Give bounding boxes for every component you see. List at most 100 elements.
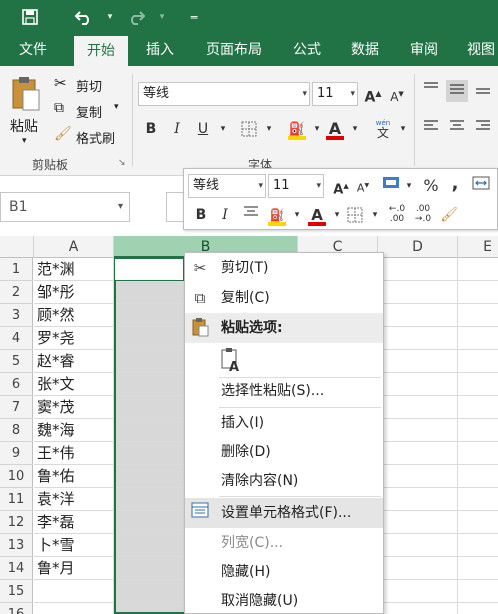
mini-number-format-dropdown-icon[interactable]: ▾ xyxy=(398,175,420,197)
column-header-d[interactable]: D xyxy=(378,236,458,258)
tab-data[interactable]: 数据 xyxy=(338,34,392,66)
font-color-dropdown-icon[interactable]: ▾ xyxy=(344,118,366,140)
tab-view[interactable]: 视图 xyxy=(456,34,498,66)
align-center-button[interactable] xyxy=(446,118,468,140)
row-header[interactable]: 14 xyxy=(0,557,33,580)
mini-borders-dropdown-icon[interactable]: ▾ xyxy=(364,204,386,226)
mini-comma-button[interactable]: , xyxy=(444,173,466,195)
cell-a[interactable]: 魏*海 xyxy=(34,419,114,442)
cell[interactable] xyxy=(378,442,458,465)
italic-button[interactable]: I xyxy=(166,118,188,140)
active-cell-b1[interactable] xyxy=(114,258,184,281)
cut-button[interactable]: ✂ 剪切 xyxy=(52,74,134,96)
cell-a[interactable]: 张*文 xyxy=(34,373,114,396)
row-header[interactable]: 9 xyxy=(0,442,33,465)
cell[interactable] xyxy=(378,281,458,304)
copy-button[interactable]: ⧉ 复制 ▾ xyxy=(52,100,134,122)
undo-icon[interactable] xyxy=(70,3,98,31)
cell-a[interactable] xyxy=(34,580,114,603)
mini-decrease-decimal-button[interactable]: .00 →.0 xyxy=(412,204,434,226)
cell-a[interactable]: 鲁*佑 xyxy=(34,465,114,488)
cell[interactable] xyxy=(458,373,498,396)
mini-font-color-button[interactable]: A xyxy=(306,204,328,226)
cell[interactable] xyxy=(458,465,498,488)
row-header[interactable]: 15 xyxy=(0,580,33,603)
mini-align-center-button[interactable] xyxy=(240,204,262,226)
mini-fill-color-button[interactable]: ⛽ xyxy=(266,204,288,226)
align-bottom-button[interactable] xyxy=(472,80,494,102)
row-header[interactable]: 10 xyxy=(0,465,33,488)
bold-button[interactable]: B xyxy=(140,118,162,140)
cell-a[interactable] xyxy=(34,603,114,614)
mini-percent-button[interactable]: % xyxy=(420,175,442,197)
cell[interactable] xyxy=(378,603,458,614)
row-header[interactable]: 4 xyxy=(0,327,33,350)
align-right-button[interactable] xyxy=(472,118,494,140)
tab-home[interactable]: 开始 xyxy=(74,36,128,66)
row-header[interactable]: 7 xyxy=(0,396,33,419)
align-top-button[interactable] xyxy=(420,80,442,102)
undo-dropdown-icon[interactable]: ▾ xyxy=(96,3,124,31)
cell[interactable] xyxy=(378,580,458,603)
mini-fill-color-dropdown-icon[interactable]: ▾ xyxy=(286,204,308,226)
cell-a[interactable]: 卜*雪 xyxy=(34,534,114,557)
tab-review[interactable]: 审阅 xyxy=(398,34,450,66)
cell[interactable] xyxy=(458,488,498,511)
format-painter-button[interactable]: 🖌 格式刷 xyxy=(52,126,134,148)
underline-button[interactable]: U xyxy=(192,118,214,140)
borders-dropdown-icon[interactable]: ▾ xyxy=(258,118,280,140)
cell[interactable] xyxy=(378,396,458,419)
menu-item-copy[interactable]: ⧉ 复制(C) xyxy=(185,283,383,313)
cell[interactable] xyxy=(458,350,498,373)
redo-dropdown-icon[interactable]: ▾ xyxy=(148,3,176,31)
cell[interactable] xyxy=(458,396,498,419)
mini-shrink-font-button[interactable]: A▼ xyxy=(352,175,374,197)
row-header[interactable]: 16 xyxy=(0,603,33,614)
column-header-a[interactable]: A xyxy=(34,236,114,258)
cell-a[interactable]: 李*磊 xyxy=(34,511,114,534)
row-header[interactable]: 1 xyxy=(0,258,33,281)
menu-item-unhide[interactable]: 取消隐藏(U) xyxy=(185,586,383,614)
cell-a[interactable]: 顾*然 xyxy=(34,304,114,327)
row-header[interactable]: 6 xyxy=(0,373,33,396)
phonetic-dropdown-icon[interactable]: ▾ xyxy=(392,118,414,140)
cell[interactable] xyxy=(458,258,498,281)
cell[interactable] xyxy=(378,534,458,557)
cell[interactable] xyxy=(458,327,498,350)
cell-a[interactable]: 袁*洋 xyxy=(34,488,114,511)
align-left-button[interactable] xyxy=(420,118,442,140)
cell[interactable] xyxy=(378,557,458,580)
mini-grow-font-button[interactable]: A▲ xyxy=(330,175,352,197)
cell[interactable] xyxy=(458,534,498,557)
row-header[interactable]: 8 xyxy=(0,419,33,442)
cell[interactable] xyxy=(458,281,498,304)
mini-font-size-dropdown[interactable]: 11 ▾ xyxy=(268,174,324,198)
cell[interactable] xyxy=(378,258,458,281)
mini-merge-button[interactable] xyxy=(470,175,492,197)
cell[interactable] xyxy=(378,350,458,373)
cell[interactable] xyxy=(458,442,498,465)
paste-option-keep-source[interactable]: A xyxy=(219,345,247,375)
menu-item-format-cells[interactable]: 设置单元格格式(F)... xyxy=(185,498,383,528)
mini-borders-button[interactable] xyxy=(344,204,366,226)
menu-item-hide[interactable]: 隐藏(H) xyxy=(185,557,383,587)
tab-insert[interactable]: 插入 xyxy=(134,34,186,66)
shrink-font-button[interactable]: A▼ xyxy=(386,83,408,105)
cell[interactable] xyxy=(458,580,498,603)
cell-a[interactable]: 邹*彤 xyxy=(34,281,114,304)
align-middle-button[interactable] xyxy=(446,80,468,102)
save-icon[interactable] xyxy=(16,3,44,31)
cell[interactable] xyxy=(458,603,498,614)
row-header[interactable]: 5 xyxy=(0,350,33,373)
select-all-corner[interactable] xyxy=(0,236,34,258)
phonetic-button[interactable]: wén 文 xyxy=(372,118,394,140)
mini-italic-button[interactable]: I xyxy=(214,204,236,226)
fill-color-button[interactable]: ⛽ xyxy=(286,118,308,140)
menu-item-clear-contents[interactable]: 清除内容(N) xyxy=(185,466,383,496)
cell[interactable] xyxy=(378,373,458,396)
menu-item-insert[interactable]: 插入(I) xyxy=(185,408,383,438)
font-size-dropdown[interactable]: 11 ▾ xyxy=(312,82,358,106)
row-header[interactable]: 13 xyxy=(0,534,33,557)
redo-icon[interactable] xyxy=(122,3,150,31)
column-header-e[interactable]: E xyxy=(458,236,498,258)
